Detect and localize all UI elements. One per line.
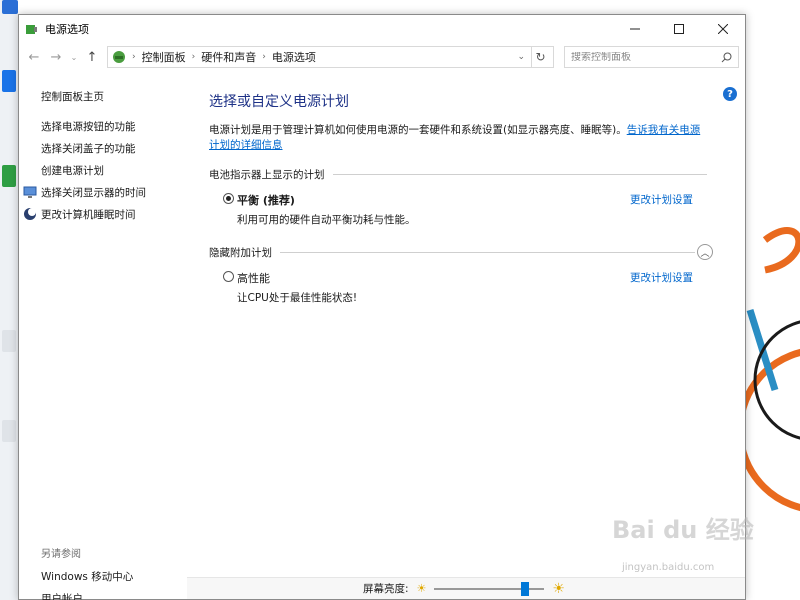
- brightness-high-icon: ☀: [552, 580, 565, 597]
- page-title: 选择或自定义电源计划: [209, 94, 349, 110]
- sidebar-item-power-button[interactable]: 选择电源按钮的功能: [19, 115, 187, 137]
- breadcrumb[interactable]: › 控制面板 › 硬件和声音 › 电源选项 ⌄ ↻: [107, 46, 554, 68]
- plan-balanced[interactable]: 平衡 (推荐) 利用可用的硬件自动平衡功耗与性能。 更改计划设置: [209, 192, 707, 226]
- sidebar-item-home[interactable]: 控制面板主页: [19, 85, 187, 107]
- sidebar-item-user-accounts[interactable]: 用户帐户: [19, 587, 187, 600]
- close-icon: [718, 24, 728, 34]
- desktop-app-icon[interactable]: [2, 165, 16, 187]
- search-box[interactable]: [564, 46, 739, 68]
- brightness-bar: 屏幕亮度: ☀ ☀: [187, 577, 745, 599]
- search-icon: [721, 52, 732, 62]
- close-button[interactable]: [701, 15, 745, 43]
- address-dropdown-icon[interactable]: ⌄: [517, 52, 525, 62]
- sidebar-item-label: 选择电源按钮的功能: [41, 120, 136, 133]
- arrow-up-icon: ↑: [86, 49, 98, 65]
- section-heading: 电池指示器上显示的计划: [209, 169, 325, 181]
- back-button[interactable]: ←: [25, 47, 43, 67]
- collapse-hidden-plans-button[interactable]: ︿: [697, 244, 713, 260]
- plan-high-performance-radio[interactable]: [223, 271, 234, 282]
- sidebar-item-label: 选择关闭显示器的时间: [41, 186, 146, 199]
- plan-desc: 利用可用的硬件自动平衡功耗与性能。: [237, 214, 416, 226]
- change-plan-settings-link[interactable]: 更改计划设置: [630, 270, 693, 285]
- sidebar-item-create-plan[interactable]: 创建电源计划: [19, 159, 187, 181]
- breadcrumb-separator-icon: ›: [262, 52, 266, 62]
- desktop-app-icon[interactable]: [2, 70, 16, 92]
- plan-description: 电源计划是用于管理计算机如何使用电源的一套硬件和系统设置(如显示器亮度、睡眠等)…: [209, 124, 701, 151]
- moon-icon: [24, 208, 36, 220]
- breadcrumb-power-options[interactable]: 电源选项: [272, 49, 316, 65]
- change-plan-settings-link[interactable]: 更改计划设置: [630, 192, 693, 207]
- up-button[interactable]: ↑: [83, 47, 101, 67]
- help-icon[interactable]: ?: [723, 87, 737, 101]
- sidebar: 控制面板主页 选择电源按钮的功能 选择关闭盖子的功能 创建电源计划 选择关闭显示…: [19, 73, 187, 600]
- sidebar-item-sleep-time[interactable]: 更改计算机睡眠时间: [19, 203, 187, 225]
- baidu-watermark-url: jingyan.baidu.com: [622, 562, 715, 573]
- minimize-button[interactable]: [613, 15, 657, 43]
- sidebar-item-display-off[interactable]: 选择关闭显示器的时间: [19, 181, 187, 203]
- breadcrumb-separator-icon: ›: [132, 52, 136, 62]
- maximize-icon: [674, 24, 684, 34]
- sidebar-item-lid-close[interactable]: 选择关闭盖子的功能: [19, 137, 187, 159]
- forward-button[interactable]: →: [47, 47, 65, 67]
- title-bar[interactable]: 电源选项: [19, 15, 745, 43]
- recent-locations-button[interactable]: ⌄: [69, 47, 79, 67]
- chevron-up-icon: ︿: [700, 248, 710, 259]
- window-title: 电源选项: [45, 23, 89, 36]
- see-also-heading: 另请参阅: [41, 549, 81, 560]
- plan-balanced-radio[interactable]: [223, 193, 234, 204]
- battery-plans-section: 电池指示器上显示的计划: [209, 167, 707, 182]
- control-panel-icon: [113, 51, 125, 63]
- section-divider: [332, 174, 707, 175]
- minimize-icon: [630, 28, 640, 30]
- section-heading: 隐藏附加计划: [209, 246, 272, 259]
- maximize-button[interactable]: [657, 15, 701, 43]
- breadcrumb-separator-icon: ›: [191, 52, 196, 62]
- plan-high-performance[interactable]: 高性能 让CPU处于最佳性能状态! 更改计划设置: [209, 270, 707, 304]
- baidu-watermark: Bai du 经验: [612, 516, 754, 544]
- sidebar-item-label: 创建电源计划: [41, 164, 104, 177]
- arrow-left-icon: ←: [28, 49, 40, 65]
- desktop-app-icon[interactable]: [2, 0, 18, 14]
- brightness-low-icon: ☀: [416, 582, 427, 595]
- address-bar: ← → ⌄ ↑ › 控制面板 › 硬件和声音 › 电源选项 ⌄ ↻: [19, 43, 745, 71]
- bicycle-wallpaper: [745, 227, 800, 512]
- refresh-icon: ↻: [535, 50, 546, 64]
- hidden-plans-section: 隐藏附加计划 ︿: [209, 244, 713, 260]
- sidebar-item-mobility-center[interactable]: Windows 移动中心: [19, 565, 187, 587]
- section-divider: [280, 251, 695, 253]
- arrow-right-icon: →: [50, 49, 62, 65]
- refresh-button[interactable]: ↻: [531, 47, 549, 67]
- brightness-label: 屏幕亮度:: [363, 583, 409, 595]
- search-input[interactable]: [571, 51, 721, 63]
- monitor-icon: [23, 186, 37, 198]
- plan-desc: 让CPU处于最佳性能状态!: [237, 292, 358, 304]
- desktop-app-icon[interactable]: [2, 330, 16, 352]
- power-options-icon: [26, 25, 37, 34]
- breadcrumb-hardware-sound[interactable]: 硬件和声音: [201, 49, 256, 65]
- sidebar-item-label: 选择关闭盖子的功能: [41, 142, 136, 155]
- breadcrumb-control-panel[interactable]: 控制面板: [142, 49, 186, 65]
- sidebar-item-label: 更改计算机睡眠时间: [41, 208, 136, 221]
- brightness-slider-thumb[interactable]: [521, 581, 530, 596]
- chevron-down-icon: ⌄: [70, 52, 78, 62]
- desktop-app-icon[interactable]: [2, 420, 16, 442]
- brightness-slider[interactable]: [434, 581, 545, 596]
